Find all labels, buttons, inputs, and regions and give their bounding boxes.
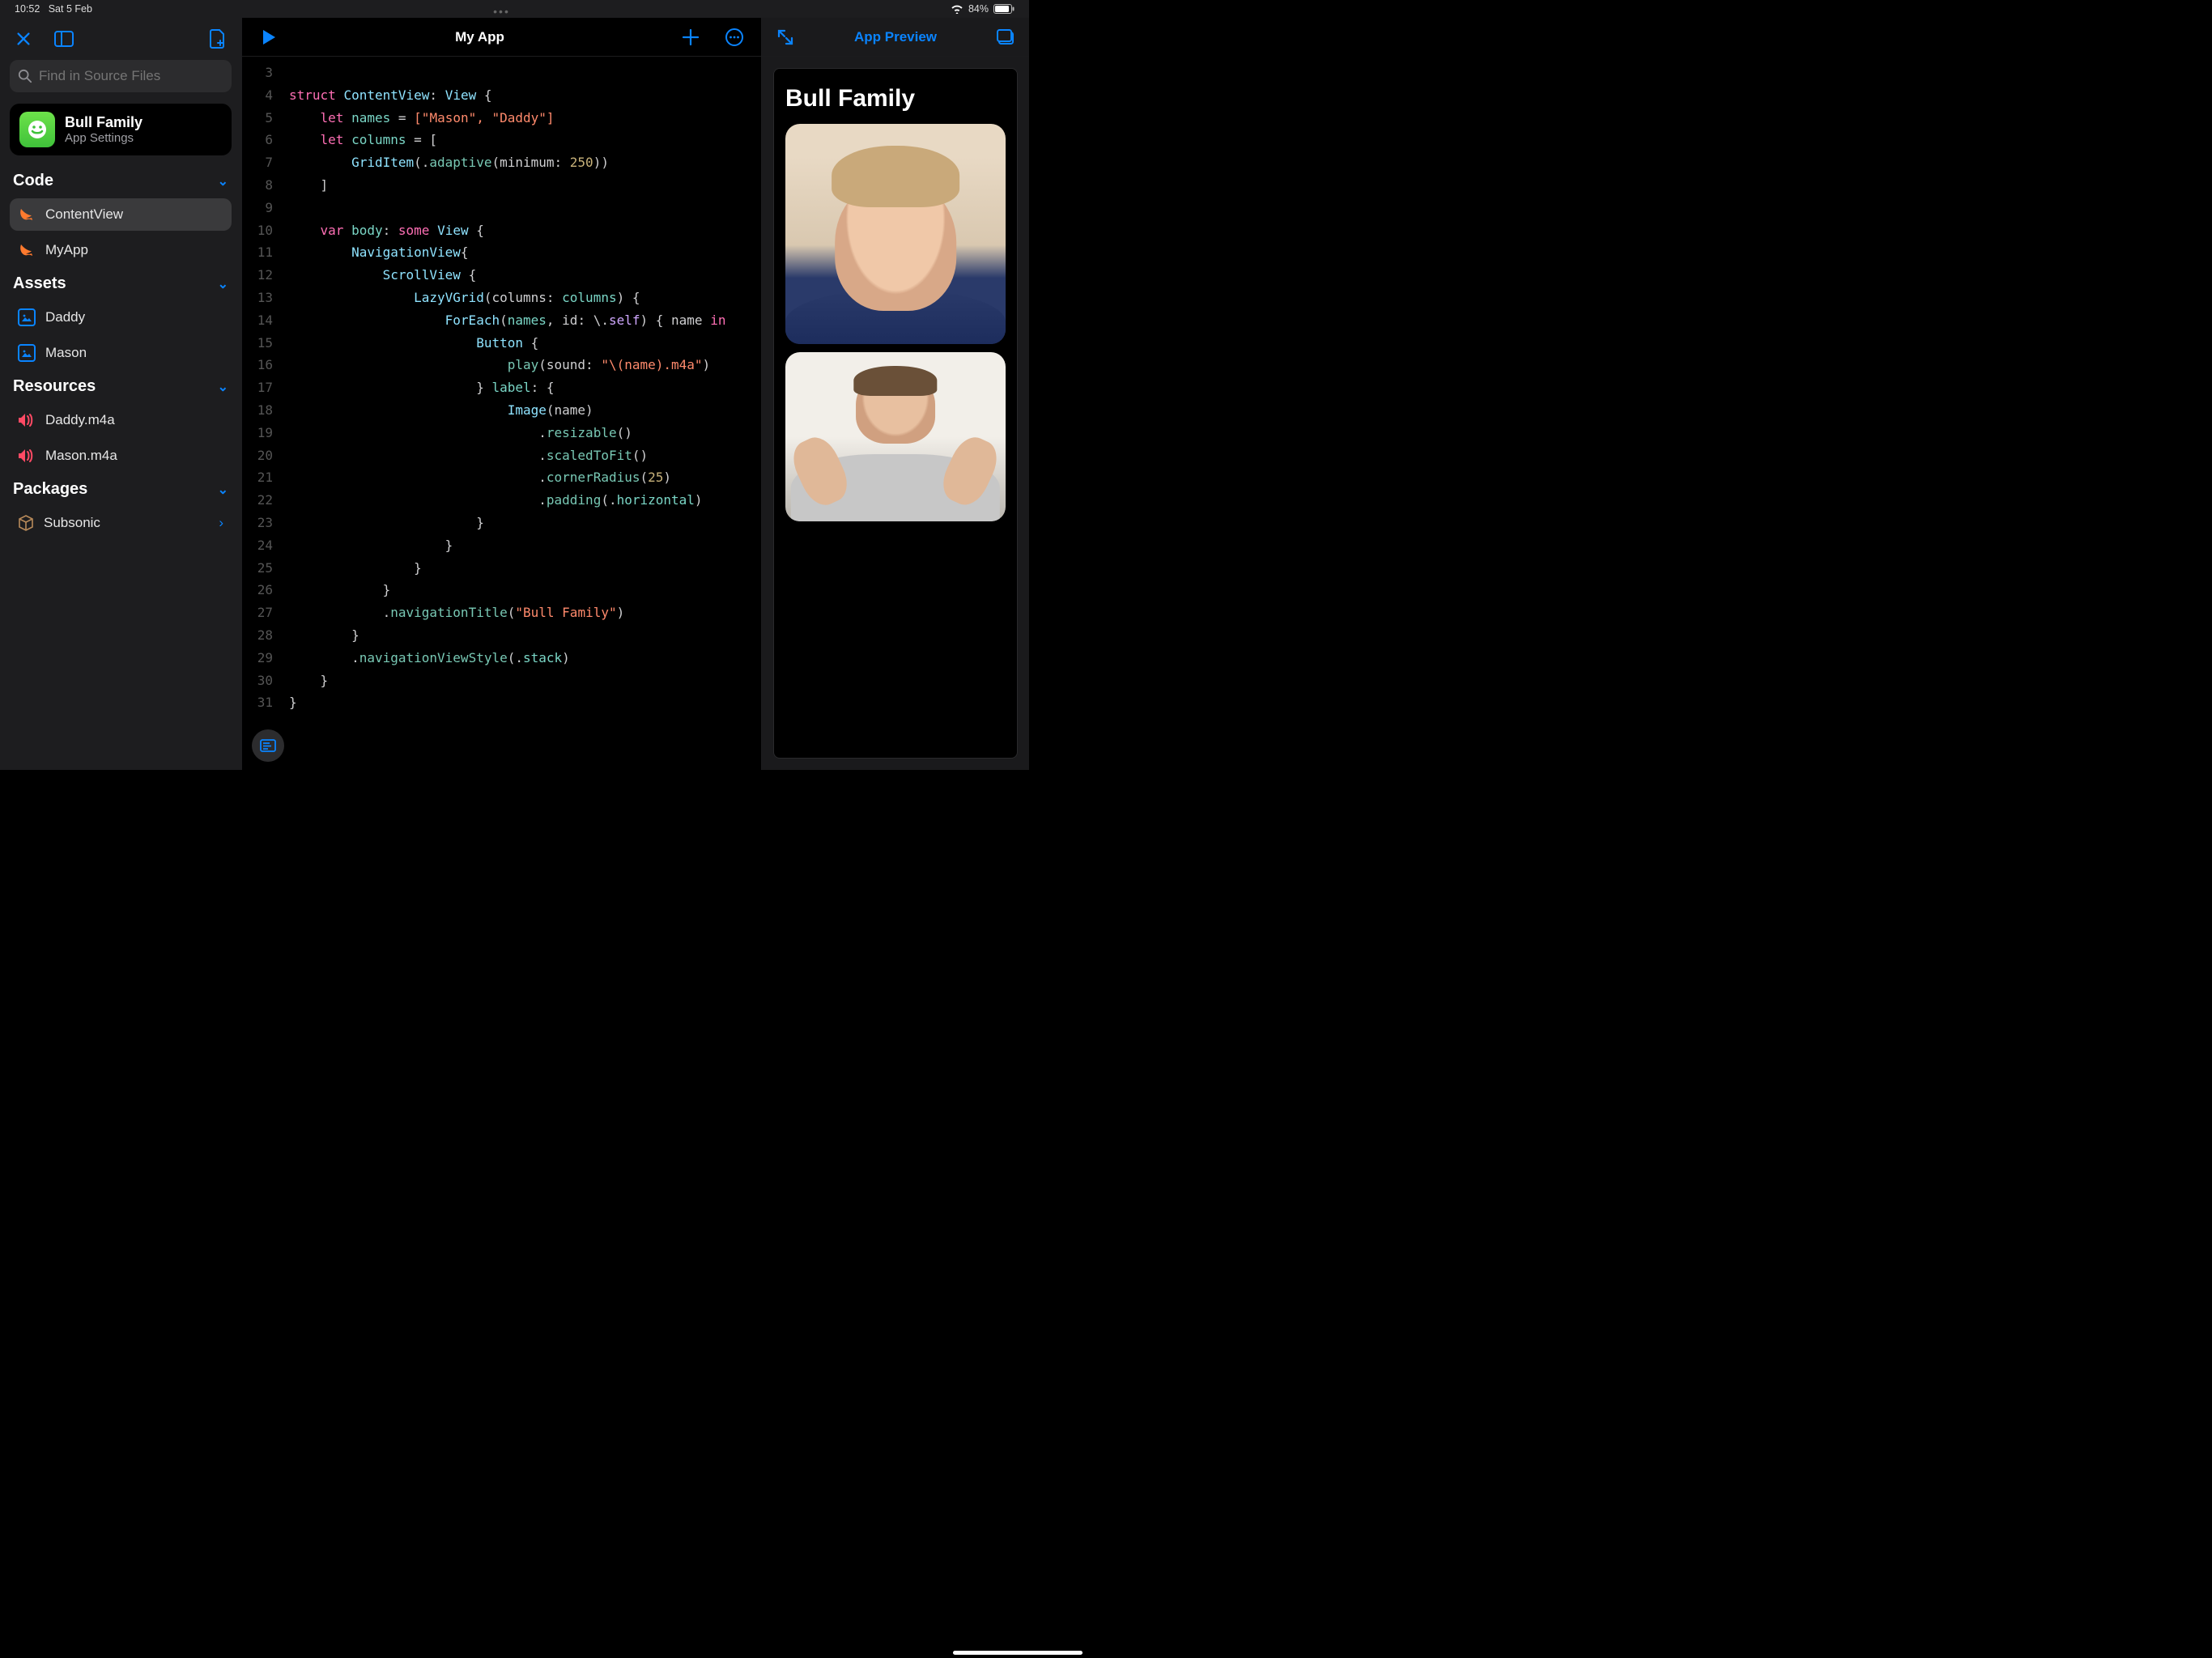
sidebar-item-label: ContentView bbox=[45, 206, 123, 223]
section-resources[interactable]: Resources ⌄ bbox=[10, 372, 232, 401]
chevron-down-icon: ⌄ bbox=[218, 379, 228, 395]
chevron-down-icon: ⌄ bbox=[218, 173, 228, 189]
preview-photo-daddy[interactable] bbox=[785, 352, 1006, 521]
sound-icon bbox=[18, 449, 36, 463]
device-picker-icon[interactable] bbox=[995, 27, 1016, 48]
sidebar-item-label: Subsonic bbox=[44, 515, 100, 531]
expand-preview-icon[interactable] bbox=[775, 27, 796, 48]
sidebar-item-label: Daddy bbox=[45, 309, 85, 325]
image-icon bbox=[18, 344, 36, 362]
section-assets[interactable]: Assets ⌄ bbox=[10, 270, 232, 298]
section-packages-label: Packages bbox=[13, 480, 87, 499]
multitask-dots-icon[interactable]: ••• bbox=[493, 5, 510, 18]
section-code[interactable]: Code ⌄ bbox=[10, 167, 232, 195]
preview-nav-title: Bull Family bbox=[785, 85, 1006, 113]
preview-device[interactable]: Bull Family bbox=[773, 68, 1018, 759]
chevron-right-icon: › bbox=[219, 515, 223, 531]
new-file-icon[interactable] bbox=[207, 28, 228, 49]
code-editor[interactable]: 3456789101112131415161718192021222324252… bbox=[242, 57, 761, 770]
section-resources-label: Resources bbox=[13, 377, 96, 396]
swift-icon bbox=[18, 206, 36, 223]
search-input[interactable] bbox=[39, 68, 223, 84]
sidebar-item-subsonic[interactable]: Subsonic › bbox=[10, 507, 232, 539]
run-button[interactable] bbox=[258, 27, 279, 48]
sidebar-item-daddy-m4a[interactable]: Daddy.m4a bbox=[10, 404, 232, 436]
app-settings-card[interactable]: Bull Family App Settings bbox=[10, 104, 232, 155]
package-icon bbox=[18, 515, 34, 531]
sidebar-item-mason-asset[interactable]: Mason bbox=[10, 337, 232, 369]
wifi-icon bbox=[951, 4, 963, 14]
sidebar-item-label: Mason.m4a bbox=[45, 448, 117, 464]
app-subtitle: App Settings bbox=[65, 131, 143, 145]
preview-photo-mason[interactable] bbox=[785, 124, 1006, 344]
sidebar: Bull Family App Settings Code ⌄ ContentV… bbox=[0, 18, 241, 770]
home-indicator[interactable] bbox=[953, 1651, 1083, 1655]
more-button[interactable] bbox=[724, 27, 745, 48]
preview-pane: App Preview Bull Family bbox=[762, 18, 1029, 770]
app-name: Bull Family bbox=[65, 114, 143, 131]
chevron-down-icon: ⌄ bbox=[218, 482, 228, 498]
section-code-label: Code bbox=[13, 172, 53, 190]
app-icon bbox=[19, 112, 55, 147]
search-field[interactable] bbox=[10, 60, 232, 92]
sidebar-item-label: Daddy.m4a bbox=[45, 412, 115, 428]
sidebar-item-contentview[interactable]: ContentView bbox=[10, 198, 232, 231]
status-bar: 10:52 Sat 5 Feb 84% bbox=[0, 0, 1029, 18]
search-icon bbox=[18, 69, 32, 83]
sidebar-toggle-icon[interactable] bbox=[53, 28, 74, 49]
chevron-down-icon: ⌄ bbox=[218, 276, 228, 292]
battery-percent: 84% bbox=[968, 3, 989, 15]
sound-icon bbox=[18, 413, 36, 427]
section-packages[interactable]: Packages ⌄ bbox=[10, 475, 232, 504]
status-date: Sat 5 Feb bbox=[49, 3, 92, 15]
section-assets-label: Assets bbox=[13, 274, 66, 293]
sidebar-item-mason-m4a[interactable]: Mason.m4a bbox=[10, 440, 232, 472]
preview-title: App Preview bbox=[854, 29, 937, 45]
status-time: 10:52 bbox=[15, 3, 40, 15]
close-icon[interactable] bbox=[13, 28, 34, 49]
console-button[interactable] bbox=[252, 729, 284, 762]
line-gutter: 3456789101112131415161718192021222324252… bbox=[242, 57, 283, 770]
add-button[interactable] bbox=[680, 27, 701, 48]
editor-title: My App bbox=[455, 29, 504, 45]
code-text[interactable]: struct ContentView: View { let names = [… bbox=[283, 57, 761, 770]
editor: ••• My App 34567891011121314151617181920… bbox=[241, 18, 762, 770]
sidebar-item-daddy-asset[interactable]: Daddy bbox=[10, 301, 232, 334]
battery-icon bbox=[993, 4, 1015, 14]
sidebar-item-label: MyApp bbox=[45, 242, 88, 258]
sidebar-item-label: Mason bbox=[45, 345, 87, 361]
swift-icon bbox=[18, 241, 36, 259]
sidebar-item-myapp[interactable]: MyApp bbox=[10, 234, 232, 266]
image-icon bbox=[18, 308, 36, 326]
